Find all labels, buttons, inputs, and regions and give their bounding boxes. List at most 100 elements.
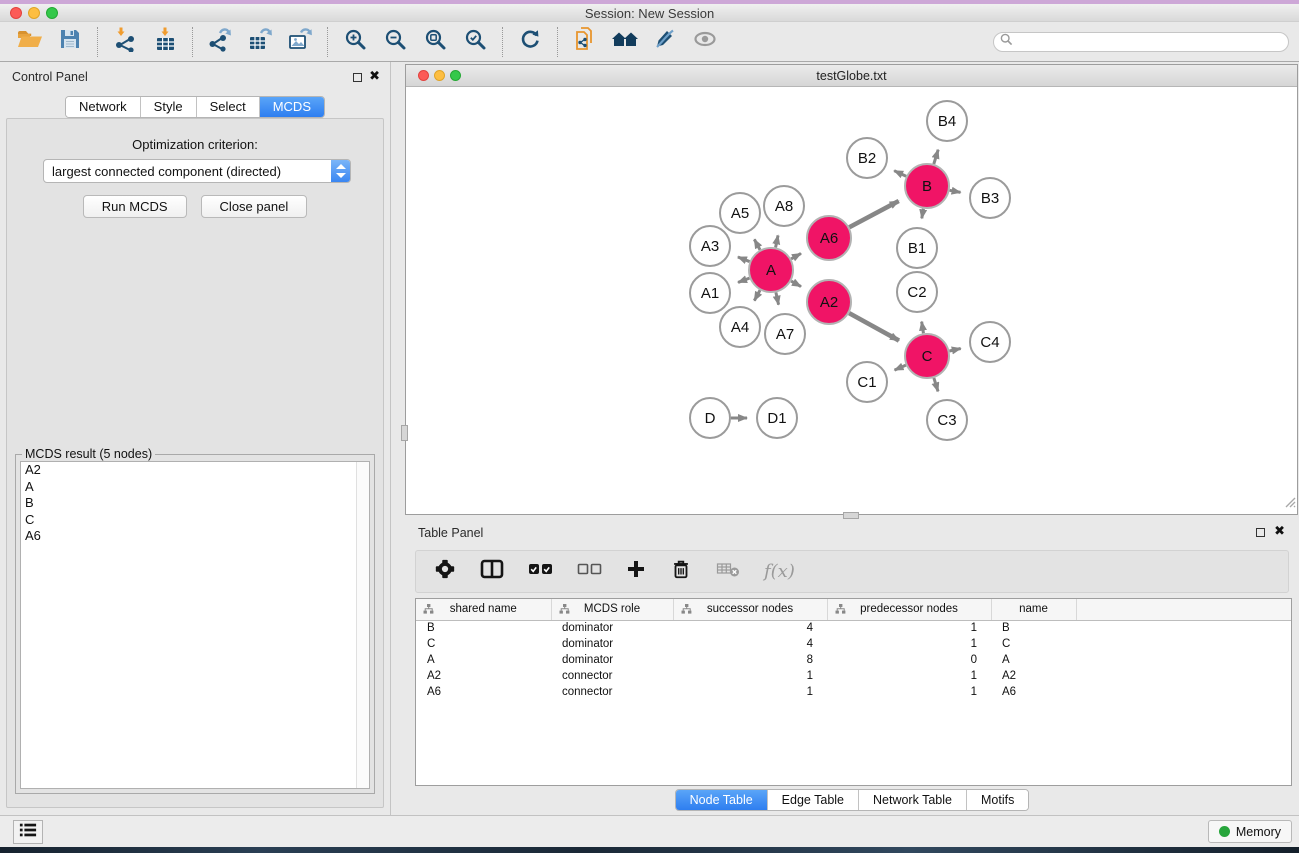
graph-node-C4[interactable]: C4 xyxy=(970,322,1010,362)
graph-node-A[interactable]: A xyxy=(749,248,793,292)
graph-node-C2[interactable]: C2 xyxy=(897,272,937,312)
toggle-graphics-details-button[interactable] xyxy=(685,25,725,59)
graph-edge-B-B4[interactable] xyxy=(934,150,938,164)
table-row[interactable]: Bdominator41B xyxy=(416,620,1291,636)
toggle-annotations-button[interactable] xyxy=(645,25,685,59)
graph-node-A5[interactable]: A5 xyxy=(720,193,760,233)
column-header-name[interactable]: name xyxy=(991,599,1076,620)
graph-node-A7[interactable]: A7 xyxy=(765,314,805,354)
graph-edge-A-A5[interactable] xyxy=(754,239,760,249)
tab-node-table[interactable]: Node Table xyxy=(676,790,768,810)
criterion-dropdown[interactable]: largest connected component (directed) xyxy=(43,159,351,183)
graph-node-A2[interactable]: A2 xyxy=(807,280,851,324)
close-panel-button[interactable]: Close panel xyxy=(201,195,308,218)
function-builder-button[interactable]: f(x) xyxy=(764,561,795,582)
graph-node-B1[interactable]: B1 xyxy=(897,228,937,268)
graph-node-C[interactable]: C xyxy=(905,334,949,378)
refresh-view-button[interactable] xyxy=(510,25,550,59)
column-header-mcds-role[interactable]: MCDS role xyxy=(551,599,673,620)
search-input[interactable] xyxy=(1017,35,1282,49)
column-header-successor-nodes[interactable]: successor nodes xyxy=(673,599,827,620)
result-item[interactable]: A2 xyxy=(21,462,369,479)
mcds-result-list[interactable]: A2ABCA6 xyxy=(20,461,370,789)
graph-edge-B-B1[interactable] xyxy=(922,209,924,219)
network-from-selection-button[interactable] xyxy=(565,25,605,59)
network-window-titlebar[interactable]: testGlobe.txt xyxy=(406,65,1297,87)
graph-edge-A-A8[interactable] xyxy=(776,235,778,247)
graph-edge-C-C3[interactable] xyxy=(934,378,938,391)
graph-edge-A-A7[interactable] xyxy=(776,292,779,304)
graph-node-A1[interactable]: A1 xyxy=(690,273,730,313)
network-graph[interactable]: B4B2BB3A8A5A6A3B1AC2A1A2A4A7C4CC1C3DD1 xyxy=(406,87,1297,515)
memory-button[interactable]: Memory xyxy=(1208,820,1292,843)
graph-node-C1[interactable]: C1 xyxy=(847,362,887,402)
result-item[interactable]: A xyxy=(21,479,369,496)
graph-node-B3[interactable]: B3 xyxy=(970,178,1010,218)
delete-table-button[interactable] xyxy=(716,559,740,584)
column-header-predecessor-nodes[interactable]: predecessor nodes xyxy=(827,599,991,620)
tab-network-table[interactable]: Network Table xyxy=(859,790,967,810)
graph-node-B2[interactable]: B2 xyxy=(847,138,887,178)
result-item[interactable]: C xyxy=(21,512,369,529)
tab-select[interactable]: Select xyxy=(197,97,260,117)
graph-node-A6[interactable]: A6 xyxy=(807,216,851,260)
table-settings-button[interactable] xyxy=(434,558,456,585)
graph-edge-C-C2[interactable] xyxy=(922,322,924,334)
zoom-out-button[interactable] xyxy=(375,25,415,59)
graph-edge-A-A4[interactable] xyxy=(754,290,760,300)
select-all-columns-button[interactable] xyxy=(528,562,553,581)
open-session-button[interactable] xyxy=(10,25,50,59)
tab-network[interactable]: Network xyxy=(66,97,141,117)
splitter-handle-bottom[interactable] xyxy=(843,512,859,519)
graph-edge-C-C1[interactable] xyxy=(895,365,906,370)
column-header-shared-name[interactable]: shared name xyxy=(416,599,551,620)
result-item[interactable]: B xyxy=(21,495,369,512)
graph-edge-A-A6[interactable] xyxy=(791,253,801,258)
graph-node-A3[interactable]: A3 xyxy=(690,226,730,266)
graph-edge-C-C4[interactable] xyxy=(949,349,960,352)
export-network-button[interactable] xyxy=(200,25,240,59)
close-table-panel-icon[interactable]: ✖ xyxy=(1274,523,1285,539)
result-scrollbar[interactable] xyxy=(356,462,369,788)
result-item[interactable]: A6 xyxy=(21,528,369,545)
close-panel-icon[interactable]: ✖ xyxy=(369,68,380,84)
window-titlebar[interactable]: Session: New Session xyxy=(0,4,1299,22)
graph-node-D1[interactable]: D1 xyxy=(757,398,797,438)
table-row[interactable]: Adominator80A xyxy=(416,652,1291,668)
zoom-fit-button[interactable] xyxy=(415,25,455,59)
float-panel-icon[interactable] xyxy=(353,73,362,82)
save-session-button[interactable] xyxy=(50,25,90,59)
import-network-button[interactable] xyxy=(105,25,145,59)
float-table-panel-icon[interactable] xyxy=(1256,528,1265,537)
import-table-button[interactable] xyxy=(145,25,185,59)
graph-edge-A-A3[interactable] xyxy=(738,257,750,262)
run-mcds-button[interactable]: Run MCDS xyxy=(83,195,187,218)
first-neighbors-button[interactable] xyxy=(605,25,645,59)
graph-node-A8[interactable]: A8 xyxy=(764,186,804,226)
tab-style[interactable]: Style xyxy=(141,97,197,117)
graph-edge-A-A2[interactable] xyxy=(791,281,801,286)
tab-motifs[interactable]: Motifs xyxy=(967,790,1028,810)
graph-node-C3[interactable]: C3 xyxy=(927,400,967,440)
table-row[interactable]: Cdominator41C xyxy=(416,636,1291,652)
table-row[interactable]: A6connector11A6 xyxy=(416,684,1291,700)
task-history-button[interactable] xyxy=(13,820,43,844)
graph-node-B4[interactable]: B4 xyxy=(927,101,967,141)
add-column-button[interactable] xyxy=(626,559,646,584)
resize-grip-icon[interactable] xyxy=(1282,494,1296,513)
delete-columns-button[interactable] xyxy=(670,558,692,585)
graph-node-B[interactable]: B xyxy=(905,164,949,208)
split-panel-button[interactable] xyxy=(480,559,504,584)
export-table-button[interactable] xyxy=(240,25,280,59)
graph-edge-A-A1[interactable] xyxy=(738,278,749,282)
export-image-button[interactable] xyxy=(280,25,320,59)
tab-mcds[interactable]: MCDS xyxy=(260,97,324,117)
table-row[interactable]: A2connector11A2 xyxy=(416,668,1291,684)
graph-edge-B-B3[interactable] xyxy=(950,190,961,192)
zoom-selected-button[interactable] xyxy=(455,25,495,59)
deselect-all-columns-button[interactable] xyxy=(577,562,602,581)
splitter-handle-left[interactable] xyxy=(401,425,408,441)
tab-edge-table[interactable]: Edge Table xyxy=(768,790,859,810)
graph-edge-A2-C[interactable] xyxy=(849,313,899,340)
graph-edge-A6-B[interactable] xyxy=(849,201,898,227)
